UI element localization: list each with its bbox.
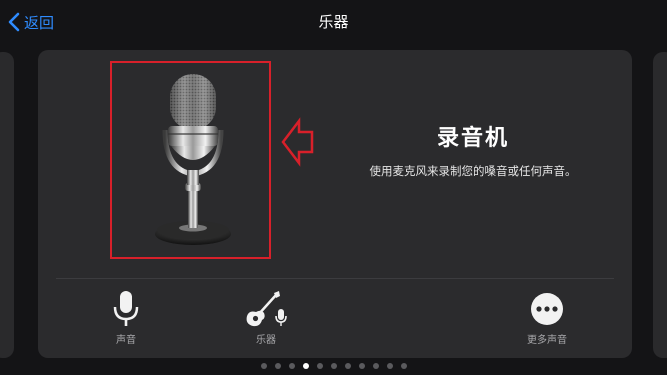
guitar-mic-icon [246,291,287,327]
page-dot[interactable] [316,363,323,369]
page-dot[interactable] [344,363,351,369]
tab-label: 更多声音 [527,335,567,346]
page-indicator[interactable] [0,361,667,371]
more-icon [531,293,563,325]
microphone-icon [113,291,139,326]
instrument-card[interactable]: 录音机 使用麦克风来录制您的嗓音或任何声音。 声音 乐器 更多声音 [38,50,632,358]
page-dot[interactable] [372,363,379,369]
tab-voice[interactable]: 声音 [96,290,156,346]
tab-label: 声音 [116,335,136,346]
page-dot[interactable] [302,363,309,369]
page-dot[interactable] [386,363,393,369]
tab-more-sounds[interactable]: 更多声音 [517,290,577,346]
previous-instrument-card[interactable] [0,52,14,358]
divider [56,278,614,279]
navigation-bar: 返回 乐器 [0,0,667,44]
tab-instruments[interactable]: 乐器 [236,290,296,346]
page-dot[interactable] [400,363,407,369]
arrow-left-icon [281,117,314,167]
instrument-description: 使用麦克风来录制您的嗓音或任何声音。 [369,164,577,178]
page-dot[interactable] [330,363,337,369]
page-title: 乐器 [318,13,349,31]
selection-highlight-box [110,61,271,259]
page-dot[interactable] [260,363,267,369]
next-instrument-card[interactable] [653,52,667,358]
instrument-name: 录音机 [436,126,509,151]
tab-label: 乐器 [256,335,276,346]
page-dot[interactable] [288,363,295,369]
page-dot[interactable] [274,363,281,369]
page-dot[interactable] [358,363,365,369]
